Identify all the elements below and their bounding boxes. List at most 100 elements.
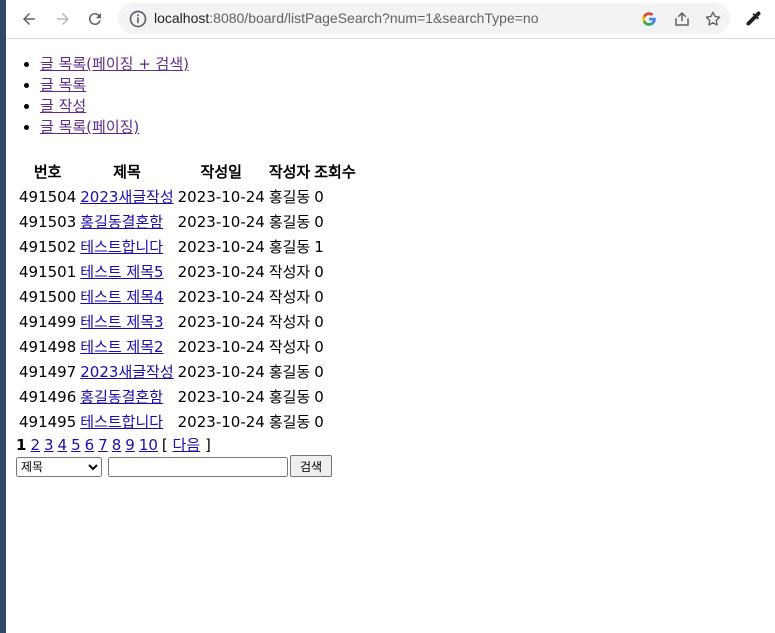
search-keyword-input[interactable] — [108, 457, 288, 477]
cell-views: 0 — [314, 337, 324, 356]
page-link[interactable]: 2 — [30, 436, 40, 454]
page-link[interactable]: 9 — [125, 436, 135, 454]
table-row: 491499 테스트 제목3 2023-10-24 작성자 0 — [18, 310, 357, 333]
header-title: 제목 — [113, 163, 141, 181]
cell-date: 2023-10-24 — [177, 262, 265, 281]
page-link[interactable]: 8 — [112, 436, 122, 454]
table-header-row: 번호 제목 작성일 작성자 조회수 — [18, 160, 357, 183]
reload-icon — [88, 13, 101, 26]
cell-date: 2023-10-24 — [177, 287, 265, 306]
post-title-link[interactable]: 테스트합니다 — [80, 413, 163, 431]
reload-button[interactable] — [82, 6, 108, 32]
url-host: localhost — [154, 10, 210, 26]
cell-writer: 홍길동 — [268, 363, 311, 381]
pagination: 1 2 3 4 5 6 7 8 9 10[ 다음 ] — [16, 434, 211, 455]
cell-writer: 작성자 — [268, 288, 311, 306]
menu-link-write[interactable]: 글 작성 — [40, 97, 86, 115]
cell-date: 2023-10-24 — [177, 212, 265, 231]
cell-title: 테스트 제목4 — [79, 285, 174, 308]
cell-writer: 홍길동 — [268, 188, 311, 206]
star-icon — [705, 11, 721, 26]
page-current: 1 — [16, 436, 27, 454]
pager-bracket-close: ] — [204, 436, 211, 454]
cell-title: 테스트합니다 — [79, 235, 174, 258]
cell-writer: 홍길동 — [268, 238, 311, 256]
cell-date: 2023-10-24 — [177, 312, 265, 331]
cell-views: 0 — [314, 362, 324, 381]
post-title-link[interactable]: 테스트 제목5 — [80, 263, 163, 281]
address-bar[interactable]: localhost:8080/board/listPageSearch?num=… — [118, 3, 730, 34]
cell-number: 491503 — [19, 212, 77, 231]
bookmark-button[interactable] — [702, 8, 724, 30]
cell-number: 491502 — [19, 237, 77, 256]
google-translate-button[interactable] — [638, 8, 660, 30]
table-row: 491502 테스트합니다 2023-10-24 홍길동 1 — [18, 235, 357, 258]
table-row: 491500 테스트 제목4 2023-10-24 작성자 0 — [18, 285, 357, 308]
cell-views: 0 — [314, 262, 324, 281]
url-path: :8080/board/listPageSearch?num=1&searchT… — [209, 10, 539, 26]
search-type-select[interactable]: 제목 — [16, 457, 102, 477]
cell-date: 2023-10-24 — [177, 337, 265, 356]
search-button[interactable]: 검색 — [290, 455, 332, 477]
eyedropper-icon — [746, 11, 761, 26]
menu-item: 글 작성 — [40, 96, 340, 117]
table-row: 491497 2023새글작성 2023-10-24 홍길동 0 — [18, 360, 357, 383]
cell-number: 491496 — [19, 387, 77, 406]
cell-number: 491497 — [19, 362, 77, 381]
menu-link-list-paging-search[interactable]: 글 목록(페이징 + 검색) — [40, 55, 189, 73]
share-button[interactable] — [671, 8, 693, 30]
post-title-link[interactable]: 테스트 제목3 — [80, 313, 163, 331]
post-title-link[interactable]: 홍길동결혼함 — [80, 213, 163, 231]
cell-views: 0 — [314, 212, 324, 231]
page-link[interactable]: 4 — [58, 436, 68, 454]
header-date: 작성일 — [200, 163, 242, 181]
browser-toolbar: localhost:8080/board/listPageSearch?num=… — [6, 0, 775, 39]
post-title-link[interactable]: 테스트 제목2 — [80, 338, 163, 356]
cell-views: 0 — [314, 187, 324, 206]
extension-button[interactable] — [742, 8, 764, 30]
post-title-link[interactable]: 테스트합니다 — [80, 238, 163, 256]
cell-title: 테스트 제목3 — [79, 310, 174, 333]
cell-date: 2023-10-24 — [177, 412, 265, 431]
header-number: 번호 — [33, 163, 62, 181]
cell-title: 홍길동결혼함 — [79, 210, 174, 233]
cell-views: 0 — [314, 312, 324, 331]
cell-title: 홍길동결혼함 — [79, 385, 174, 408]
menu-link-list[interactable]: 글 목록 — [40, 76, 86, 94]
cell-writer: 작성자 — [268, 338, 311, 356]
cell-date: 2023-10-24 — [177, 187, 265, 206]
table-row: 491498 테스트 제목2 2023-10-24 작성자 0 — [18, 335, 357, 358]
menu-item: 글 목록(페이징 + 검색) — [40, 54, 340, 75]
page-link[interactable]: 6 — [85, 436, 95, 454]
post-title-link[interactable]: 홍길동결혼함 — [80, 388, 163, 406]
post-title-link[interactable]: 테스트 제목4 — [80, 288, 163, 306]
table-row: 491496 홍길동결혼함 2023-10-24 홍길동 0 — [18, 385, 357, 408]
cell-views: 0 — [314, 287, 324, 306]
cell-title: 테스트합니다 — [79, 410, 174, 433]
cell-views: 1 — [314, 237, 324, 256]
cell-writer: 홍길동 — [268, 213, 311, 231]
site-info-icon[interactable] — [128, 9, 148, 29]
table-row: 491503 홍길동결혼함 2023-10-24 홍길동 0 — [18, 210, 357, 233]
forward-button[interactable] — [50, 6, 76, 32]
post-title-link[interactable]: 2023새글작성 — [80, 188, 173, 206]
back-button[interactable] — [16, 6, 42, 32]
table-row: 491501 테스트 제목5 2023-10-24 작성자 0 — [18, 260, 357, 283]
arrow-left-icon — [23, 13, 35, 25]
cell-title: 테스트 제목5 — [79, 260, 174, 283]
pager-next-link[interactable]: 다음 — [173, 436, 201, 454]
page-link[interactable]: 3 — [44, 436, 54, 454]
menu-link-list-paging[interactable]: 글 목록(페이징) — [40, 118, 139, 136]
url-text[interactable]: localhost:8080/board/listPageSearch?num=… — [154, 10, 539, 26]
cell-title: 테스트 제목2 — [79, 335, 174, 358]
post-title-link[interactable]: 2023새글작성 — [80, 363, 173, 381]
cell-number: 491499 — [19, 312, 77, 331]
google-icon — [642, 12, 656, 26]
page-link[interactable]: 5 — [71, 436, 81, 454]
share-icon — [675, 11, 689, 26]
page-link[interactable]: 7 — [98, 436, 108, 454]
cell-number: 491501 — [19, 262, 77, 281]
cell-writer: 홍길동 — [268, 388, 311, 406]
page-link[interactable]: 10 — [139, 436, 158, 454]
cell-number: 491498 — [19, 337, 77, 356]
